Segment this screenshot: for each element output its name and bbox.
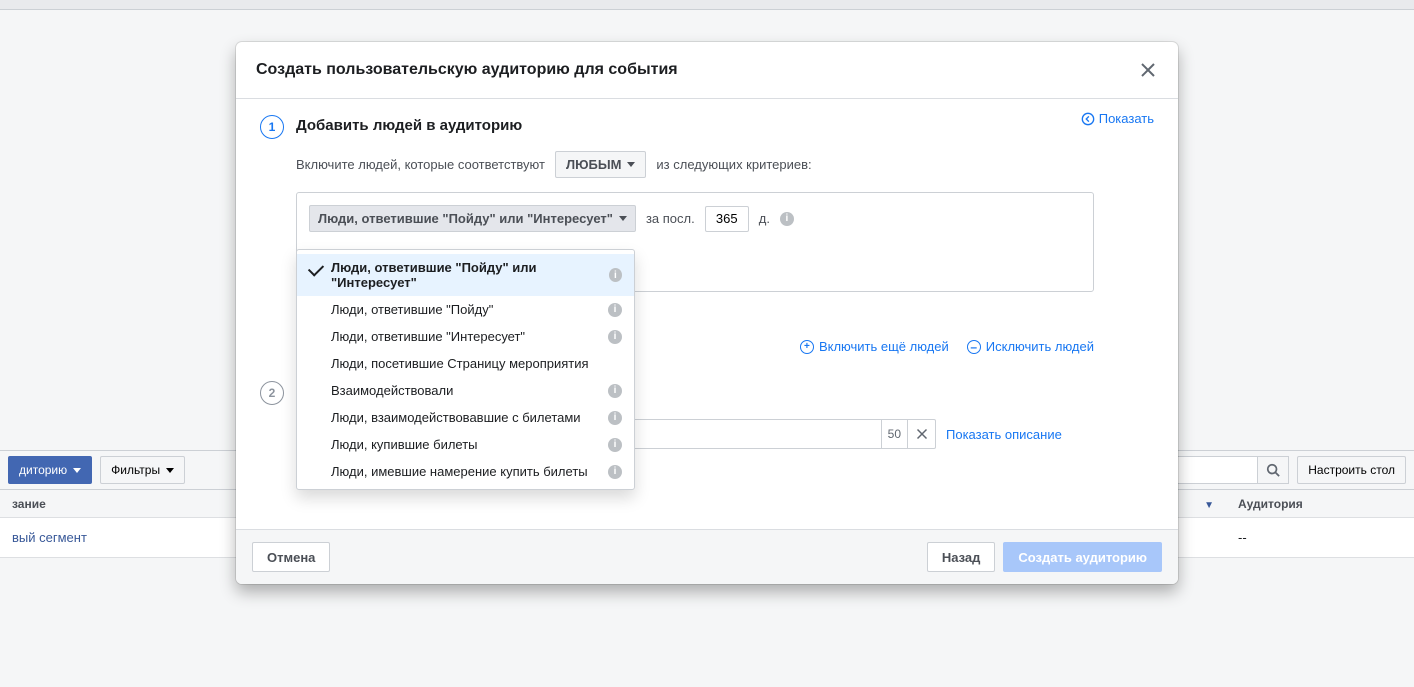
match-mode-dropdown[interactable]: ЛЮБЫМ: [555, 151, 646, 178]
criteria-line: Включите людей, которые соответствуют ЛЮ…: [296, 151, 1154, 178]
info-icon[interactable]: i: [608, 330, 622, 344]
dropdown-option[interactable]: Люди, купившие билеты i: [297, 431, 634, 458]
modal-overlay: Создать пользовательскую аудиторию для с…: [0, 0, 1414, 687]
criteria-suffix: из следующих критериев:: [656, 157, 811, 172]
event-response-dropdown[interactable]: Люди, ответившие "Пойду" или "Интересует…: [309, 205, 636, 232]
last-prefix: за посл.: [646, 211, 695, 226]
dropdown-option-label: Люди, посетившие Страницу мероприятия: [331, 356, 589, 371]
info-icon[interactable]: i: [609, 268, 622, 282]
info-icon[interactable]: i: [608, 411, 622, 425]
dropdown-option[interactable]: Взаимодействовали i: [297, 377, 634, 404]
info-icon[interactable]: i: [608, 384, 622, 398]
criteria-prefix: Включите людей, которые соответствуют: [296, 157, 545, 172]
include-more-label: Включить ещё людей: [819, 339, 949, 354]
info-icon[interactable]: i: [780, 212, 794, 226]
dropdown-option-label: Люди, ответившие "Пойду": [331, 302, 493, 317]
step-1: 1 Добавить людей в аудиторию: [260, 115, 1154, 139]
dropdown-option-label: Взаимодействовали: [331, 383, 453, 398]
dropdown-option[interactable]: Люди, ответившие "Пойду" i: [297, 296, 634, 323]
modal-title: Создать пользовательскую аудиторию для с…: [256, 61, 678, 79]
info-icon[interactable]: i: [608, 438, 622, 452]
clear-name-button[interactable]: [907, 420, 935, 448]
dropdown-option-label: Люди, взаимодействовавшие с билетами: [331, 410, 581, 425]
footer-right: Назад Создать аудиторию: [927, 542, 1162, 572]
event-response-label: Люди, ответившие "Пойду" или "Интересует…: [318, 211, 613, 226]
dropdown-option[interactable]: Люди, имевшие намерение купить билеты i: [297, 458, 634, 485]
match-mode-label: ЛЮБЫМ: [566, 157, 621, 172]
include-more-link[interactable]: + Включить ещё людей: [800, 339, 949, 354]
dropdown-option-label: Люди, ответившие "Интересует": [331, 329, 525, 344]
modal-footer: Отмена Назад Создать аудиторию: [236, 529, 1178, 584]
event-response-dropdown-panel: Люди, ответившие "Пойду" или "Интересует…: [296, 249, 635, 490]
dropdown-option[interactable]: Люди, ответившие "Пойду" или "Интересует…: [297, 254, 634, 296]
create-audience-modal: Создать пользовательскую аудиторию для с…: [236, 42, 1178, 584]
close-icon: [1140, 62, 1156, 78]
info-icon[interactable]: i: [608, 303, 622, 317]
back-button[interactable]: Назад: [927, 542, 996, 572]
days-input[interactable]: [705, 206, 749, 232]
dropdown-option-label: Люди, имевшие намерение купить билеты: [331, 464, 588, 479]
chevron-down-icon: [627, 162, 635, 167]
dropdown-option-label: Люди, ответившие "Пойду" или "Интересует…: [331, 260, 609, 290]
days-suffix: д.: [759, 211, 770, 226]
minus-circle-icon: –: [967, 340, 981, 354]
modal-header: Создать пользовательскую аудиторию для с…: [236, 42, 1178, 99]
step-1-title: Добавить людей в аудиторию: [296, 115, 522, 134]
show-link[interactable]: Показать: [1081, 111, 1154, 126]
create-audience-submit-button[interactable]: Создать аудиторию: [1003, 542, 1162, 572]
info-icon[interactable]: i: [608, 465, 622, 479]
chevron-down-icon: [619, 216, 627, 221]
exclude-label: Исключить людей: [986, 339, 1094, 354]
close-icon: [916, 428, 928, 440]
plus-circle-icon: +: [800, 340, 814, 354]
chevron-left-circle-icon: [1081, 112, 1095, 126]
step-2-badge: 2: [260, 381, 284, 405]
dropdown-option-label: Люди, купившие билеты: [331, 437, 478, 452]
cancel-button[interactable]: Отмена: [252, 542, 330, 572]
show-description-link[interactable]: Показать описание: [946, 427, 1062, 442]
show-link-label: Показать: [1099, 111, 1154, 126]
close-button[interactable]: [1138, 60, 1158, 80]
dropdown-option[interactable]: Люди, ответившие "Интересует" i: [297, 323, 634, 350]
step-1-badge: 1: [260, 115, 284, 139]
rule-row: Люди, ответившие "Пойду" или "Интересует…: [309, 205, 1081, 232]
dropdown-option[interactable]: Люди, посетившие Страницу мероприятия: [297, 350, 634, 377]
dropdown-option[interactable]: Люди, взаимодействовавшие с билетами i: [297, 404, 634, 431]
char-count: 50: [881, 420, 907, 448]
exclude-link[interactable]: – Исключить людей: [967, 339, 1094, 354]
modal-body: Показать 1 Добавить людей в аудиторию Вк…: [236, 99, 1178, 529]
